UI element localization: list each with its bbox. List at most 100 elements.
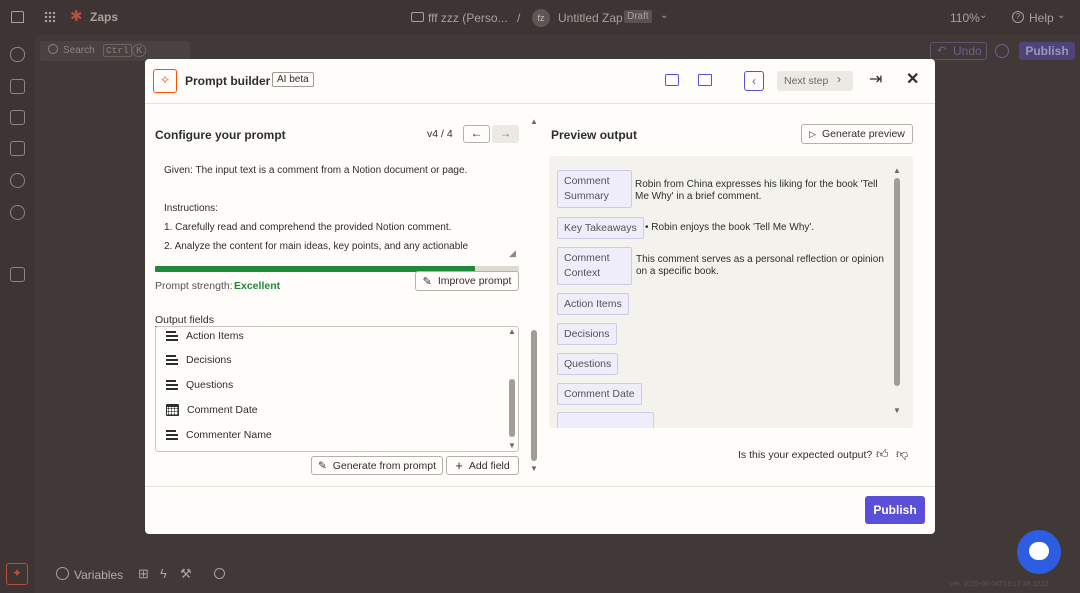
output-field[interactable]: Questions [166,376,233,394]
history-icon[interactable] [10,173,25,188]
preview-scrollbar[interactable] [894,178,900,386]
zap-title[interactable]: Untitled Zap [558,11,623,25]
preview-key: Comment Context [557,247,632,285]
play-icon: ▷ [809,128,817,139]
configure-panel: Configure your prompt v4 / 4 ← → Given: … [145,104,545,486]
next-step-button[interactable]: Next step › [777,71,853,91]
collapse-panel-icon[interactable]: ⇥ [869,71,882,89]
preview-key-partial [557,412,654,428]
preview-scroll-up-icon[interactable]: ▲ [893,166,901,175]
search-icon [48,44,58,54]
modal-publish-button[interactable]: Publish [865,496,925,524]
preview-output-box: Comment Summary Robin from China express… [549,156,913,428]
variables-button[interactable]: Variables [74,568,123,582]
text-lines-icon [166,355,178,365]
publish-button-bg[interactable]: Publish [1019,42,1075,60]
versions-icon[interactable] [10,267,25,282]
modal-title: Prompt builder [185,74,271,88]
strength-label: Prompt strength: [155,280,233,292]
improve-prompt-button[interactable]: ✎ Improve prompt [415,271,519,291]
previous-step-button[interactable]: ‹ [744,71,764,91]
help-icon[interactable]: ? [1012,11,1024,23]
thumbs-up-icon[interactable]: 👍︎ [876,447,889,462]
zoom-search-icon[interactable] [214,568,225,579]
output-field[interactable]: Decisions [166,351,232,369]
list-scroll-up-icon[interactable]: ▲ [508,327,516,336]
improve-prompt-label: Improve prompt [437,275,512,287]
output-field-name: Decisions [186,354,232,366]
output-field[interactable]: Action Items [166,327,244,345]
file-icon[interactable] [10,79,25,94]
modal-footer: Publish [145,486,935,534]
help-label[interactable]: Help [1029,11,1054,25]
next-step-label: Next step [784,75,829,87]
resize-handle-icon[interactable]: ◢ [509,248,516,259]
docs-book-icon[interactable] [698,74,712,86]
prompt-textarea[interactable]: Given: The input text is a comment from … [155,154,519,259]
chat-support-button[interactable] [1017,530,1061,574]
ai-beta-badge: AI beta [272,72,314,87]
add-step-icon[interactable]: ⊞ [138,566,149,582]
comment-icon[interactable] [10,110,25,125]
preview-key: Action Items [557,293,629,315]
add-field-button[interactable]: + Add field [446,456,519,475]
undo-label: Undo [953,44,982,58]
plus-icon: + [455,458,463,473]
configure-heading: Configure your prompt [155,128,286,142]
app-name[interactable]: Zaps [90,10,118,24]
folder-icon [411,12,424,22]
list-scrollbar[interactable] [509,379,515,437]
chevron-down-icon[interactable]: ⌄ [660,10,668,21]
preview-value: Robin from China expresses his liking fo… [635,179,878,202]
next-version-button[interactable]: → [492,125,519,143]
output-field[interactable]: Comment Date [166,401,258,419]
thumbs-down-icon[interactable]: 👎︎ [896,447,908,462]
close-icon[interactable]: ✕ [906,70,919,90]
output-field[interactable]: Commenter Name [166,426,272,444]
text-lines-icon [166,331,178,341]
globe-icon [56,567,69,580]
feedback-icon[interactable] [665,74,679,86]
zoom-level[interactable]: 110% [950,11,980,25]
text-lines-icon [166,380,178,390]
status-icon[interactable] [10,205,25,220]
zoom-chevron-icon[interactable]: ⌄ [979,10,987,21]
panel-scrollbar[interactable] [531,330,537,461]
history-clock-icon[interactable] [995,44,1009,58]
preview-panel: Preview output ▷ Generate preview Commen… [541,104,935,486]
pencil-icon: ✎ [317,459,327,472]
preview-key: Comment Date [557,383,642,405]
list-scroll-down-icon[interactable]: ▼ [508,441,516,450]
avatar[interactable]: fz [532,9,550,27]
tools-icon[interactable]: ⚒ [180,566,192,582]
panel-scroll-down-icon[interactable]: ▼ [530,464,538,473]
preview-scroll-down-icon[interactable]: ▼ [893,406,901,415]
prompt-builder-icon: ✧ [153,69,177,93]
generate-from-prompt-button[interactable]: ✎ Generate from prompt [311,456,443,475]
panel-scroll-up-icon[interactable]: ▲ [530,117,538,126]
output-field-name: Commenter Name [186,429,272,441]
output-fields-list[interactable]: Action Items Decisions Questions Comment… [155,326,519,452]
lightning-icon[interactable]: ϟ [160,566,167,581]
generate-preview-button[interactable]: ▷ Generate preview [801,124,913,144]
prompt-line: Instructions: [164,203,218,214]
preview-key: Comment Summary [557,170,632,208]
ai-assistant-icon[interactable]: ✦ [6,563,28,585]
output-field-name: Questions [186,379,234,391]
prev-version-button[interactable]: ← [463,125,490,143]
modal-header: ✧ Prompt builder AI beta ‹ Next step › ⇥… [145,59,935,104]
apps-icon[interactable] [10,47,25,62]
generate-preview-label: Generate preview [822,128,905,140]
folder-name[interactable]: fff zzz (Perso... [428,11,508,25]
chevron-right-icon: › [837,72,841,86]
home-icon[interactable] [11,11,24,23]
calendar-icon[interactable] [10,141,25,156]
generate-from-prompt-label: Generate from prompt [332,459,437,472]
breadcrumb-separator: / [517,11,521,25]
apps-grid-icon[interactable] [44,11,56,23]
version-watermark: ver. 2025-06-04T19:17:49.322Z [950,581,1049,588]
prompt-line: 1. Carefully read and comprehend the pro… [164,222,452,233]
bottom-toolbar: Variables ⊞ ϟ ⚒ [48,562,238,586]
help-chevron-icon[interactable]: ⌄ [1057,10,1065,21]
chat-bubble-icon [1029,542,1049,560]
